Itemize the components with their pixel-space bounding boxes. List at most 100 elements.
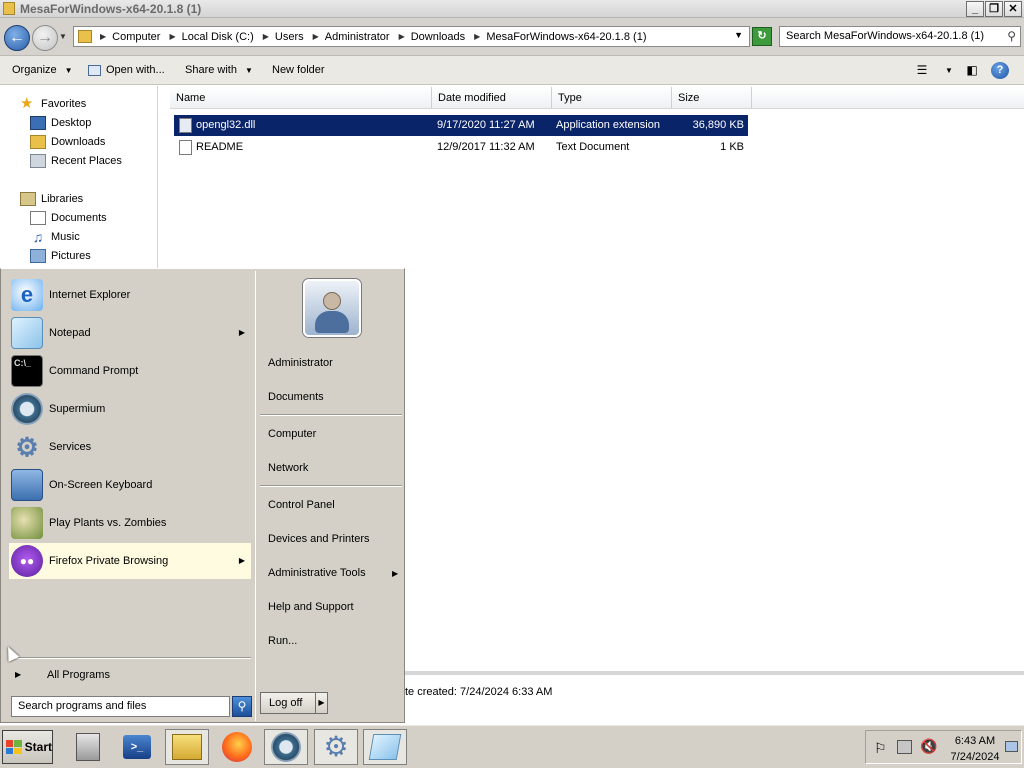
address-dropdown-icon[interactable]: ▼ [734,30,743,40]
taskbar: Start >_ ⚙ ⚐ 🔇 6:43 AM 7/24/2024 [0,724,1024,768]
nav-downloads[interactable]: Downloads [30,135,105,149]
start-button[interactable]: Start [2,730,53,764]
windows-logo-icon [6,740,22,754]
breadcrumb-current-folder[interactable]: ▶ MesaForWindows-x64-20.1.8 (1) [474,31,646,43]
taskbar-services[interactable]: ⚙ [314,729,358,765]
place-administrator[interactable]: Administrator [268,357,333,369]
place-network[interactable]: Network [268,462,308,474]
nav-pictures[interactable]: Pictures [30,249,91,263]
firefox-private-icon: ●● [11,545,43,577]
program-notepad[interactable]: Notepad ▶ [9,315,251,351]
file-name: README [196,141,244,153]
nav-desktop[interactable]: Desktop [30,116,91,130]
search-icon[interactable]: ⚲ [232,696,252,717]
submenu-arrow-icon: ▶ [392,569,399,578]
program-command-prompt[interactable]: C:\_ Command Prompt [9,353,251,389]
documents-icon [30,211,46,225]
column-header-date-modified[interactable]: Date modified [432,87,552,109]
plants-vs-zombies-icon [11,507,43,539]
breadcrumb-downloads[interactable]: ▶ Downloads [399,31,466,43]
place-computer[interactable]: Computer [268,428,316,440]
nav-recent-places[interactable]: Recent Places [30,154,122,168]
program-internet-explorer[interactable]: e Internet Explorer [9,277,251,313]
volume-muted-icon[interactable]: 🔇 [920,738,937,755]
clock[interactable]: 6:43 AM 7/24/2024 [940,733,1010,765]
chevron-down-icon: ▼ [64,65,73,75]
text-file-icon [179,140,192,155]
window-titlebar[interactable]: MesaForWindows-x64-20.1.8 (1) _ ❐ ✕ [0,0,1024,18]
back-button[interactable]: ← [4,25,30,51]
search-input[interactable]: Search MesaForWindows-x64-20.1.8 (1) ⚲ [779,26,1021,47]
program-on-screen-keyboard[interactable]: On-Screen Keyboard [9,467,251,503]
flag-icon[interactable]: ⚐ [874,740,887,757]
help-icon[interactable]: ? [991,62,1009,79]
taskbar-notepad[interactable] [363,729,407,765]
breadcrumb-administrator[interactable]: ▶ Administrator [313,31,390,43]
file-row-readme[interactable]: README 12/9/2017 11:32 AM Text Document … [174,137,748,158]
new-folder-button[interactable]: New folder [272,64,325,76]
program-services[interactable]: ⚙ Services [9,429,251,465]
shutdown-options-arrow[interactable]: ▶ [315,692,328,714]
place-control-panel[interactable]: Control Panel [268,499,335,511]
all-programs-button[interactable]: All Programs [47,669,110,681]
column-header-name[interactable]: Name [170,87,432,109]
start-menu: e Internet Explorer Notepad ▶ C:\_ Comma… [0,268,405,723]
nav-documents[interactable]: Documents [30,211,107,225]
place-run[interactable]: Run... [268,635,297,647]
restore-button[interactable]: ❐ [985,1,1003,17]
search-icon[interactable]: ⚲ [1007,29,1016,43]
place-documents[interactable]: Documents [268,391,324,403]
organize-button[interactable]: Organize ▼ [12,64,73,76]
breadcrumb-local-disk[interactable]: ▶ Local Disk (C:) [169,31,253,43]
clock-time: 6:43 AM [954,735,996,747]
change-view-icon[interactable]: ☰ [913,62,931,79]
supermium-icon [11,393,43,425]
place-help-support[interactable]: Help and Support [268,601,354,613]
network-icon[interactable] [897,740,912,754]
preview-pane-icon[interactable]: ◧ [963,62,981,79]
address-bar-area: ← → ▼ ▶ Computer ▶ Local Disk (C:) ▶ Users … [0,18,1024,56]
taskbar-server-manager[interactable] [66,729,110,765]
minimize-button[interactable]: _ [966,1,984,17]
nav-favorites[interactable]: ★ Favorites [20,96,86,111]
log-off-button[interactable]: Log off [260,692,316,714]
separator [260,485,402,487]
file-row-opengl32[interactable]: opengl32.dll 9/17/2020 11:27 AM Applicat… [174,115,748,136]
nav-libraries[interactable]: Libraries [20,192,83,206]
place-devices-printers[interactable]: Devices and Printers [268,533,370,545]
date-created-text: te created: 7/24/2024 6:33 AM [405,686,553,698]
recent-pages-dropdown[interactable]: ▼ [59,32,67,41]
breadcrumb-computer[interactable]: ▶ Computer [100,31,160,43]
recent-places-icon [30,154,46,168]
file-size: 36,890 KB [692,119,744,131]
server-manager-icon [76,733,100,761]
share-with-button[interactable]: Share with ▼ [185,64,253,76]
taskbar-supermium[interactable] [264,729,308,765]
view-options-dropdown[interactable]: ▼ [940,62,958,79]
file-size: 1 KB [720,141,744,153]
start-menu-programs: e Internet Explorer Notepad ▶ C:\_ Comma… [3,271,253,721]
program-plants-vs-zombies[interactable]: Play Plants vs. Zombies [9,505,251,541]
close-button[interactable]: ✕ [1004,1,1022,17]
refresh-button[interactable]: ↻ [752,27,772,46]
gear-icon: ⚙ [323,731,349,762]
forward-button[interactable]: → [32,25,58,51]
open-with-button[interactable]: Open with... [88,64,165,76]
music-icon: ♫ [32,229,44,245]
start-search-input[interactable]: Search programs and files [11,696,230,717]
column-header-type[interactable]: Type [552,87,672,109]
taskbar-powershell[interactable]: >_ [115,729,159,765]
breadcrumb-users[interactable]: ▶ Users [263,31,304,43]
program-firefox-private-browsing[interactable]: ●● Firefox Private Browsing ▶ [9,543,251,579]
clock-date: 7/24/2024 [950,751,1000,763]
nav-music[interactable]: ♫ Music [30,230,80,244]
place-administrative-tools[interactable]: Administrative Tools ▶ [268,567,398,579]
taskbar-explorer[interactable] [165,729,209,765]
taskbar-firefox[interactable] [215,729,259,765]
column-header-size[interactable]: Size [672,87,752,109]
file-date: 9/17/2020 11:27 AM [437,119,535,131]
gear-icon: ⚙ [15,431,39,462]
user-avatar[interactable] [303,279,361,337]
address-box[interactable]: ▶ Computer ▶ Local Disk (C:) ▶ Users ▶ Admin… [73,26,750,47]
program-supermium[interactable]: Supermium [9,391,251,427]
